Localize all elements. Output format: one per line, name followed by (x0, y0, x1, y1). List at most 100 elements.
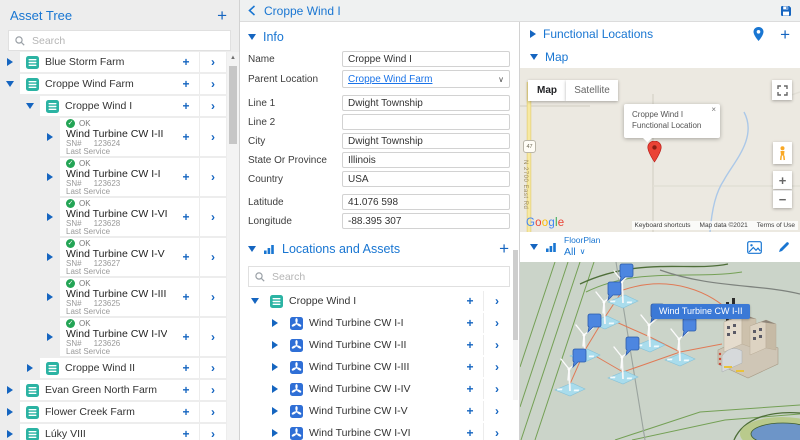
tree-row[interactable]: ✓ OK Wind Turbine CW I-II SN# 123624 Last … (40, 118, 226, 156)
name-field[interactable] (342, 51, 510, 67)
open-detail-button[interactable]: › (199, 318, 226, 356)
state-field[interactable] (342, 152, 510, 168)
terms-of-use-link[interactable]: Terms of Use (757, 222, 795, 229)
expand-toggle-icon[interactable] (7, 58, 13, 66)
collapse-toggle-icon[interactable] (251, 298, 259, 304)
open-detail-button[interactable]: › (199, 358, 226, 378)
expand-toggle-icon[interactable] (7, 408, 13, 416)
save-icon[interactable] (780, 5, 792, 17)
keyboard-shortcuts-link[interactable]: Keyboard shortcuts (635, 222, 691, 229)
open-detail-button[interactable]: › (483, 313, 510, 333)
asset-tree-search-input[interactable] (30, 33, 224, 48)
expand-toggle-icon[interactable] (47, 253, 53, 261)
open-detail-button[interactable]: › (483, 401, 510, 421)
scrollbar-thumb[interactable] (513, 250, 518, 340)
tree-row[interactable]: Croppe Wind I + › (20, 96, 226, 116)
open-detail-button[interactable]: › (199, 402, 226, 422)
street-view-pegman-button[interactable] (773, 142, 792, 164)
expand-toggle-icon[interactable] (47, 213, 53, 221)
line2-field[interactable] (342, 114, 510, 130)
add-child-icon[interactable]: + (457, 317, 483, 329)
back-icon[interactable] (248, 5, 256, 16)
scroll-up-icon[interactable]: ▲ (227, 52, 239, 64)
open-detail-button[interactable]: › (199, 52, 226, 72)
open-detail-button[interactable]: › (483, 379, 510, 399)
expand-toggle-icon[interactable] (47, 333, 53, 341)
parent-location-link[interactable]: Croppe Wind Farm (348, 74, 498, 85)
expand-toggle-icon[interactable] (530, 30, 536, 38)
expand-toggle-icon[interactable] (47, 293, 53, 301)
add-child-icon[interactable]: + (173, 211, 199, 223)
list-row[interactable]: Wind Turbine CW I-II + › (266, 335, 510, 355)
add-child-icon[interactable]: + (173, 428, 199, 440)
expand-toggle-icon[interactable] (272, 363, 278, 371)
infowindow-close-icon[interactable]: × (711, 106, 716, 114)
tree-row[interactable]: Croppe Wind Farm + › (0, 74, 226, 94)
floorplan-canvas[interactable]: Wind Turbine CW I-II (520, 262, 800, 440)
satellite-type-button[interactable]: Satellite (566, 80, 618, 101)
open-detail-button[interactable]: › (199, 380, 226, 400)
tree-row[interactable]: ✓ OK Wind Turbine CW I-VI SN# 123628 Last … (40, 198, 226, 236)
tree-row[interactable]: ✓ OK Wind Turbine CW I-III SN# 123625 Last… (40, 278, 226, 316)
open-detail-button[interactable]: › (199, 278, 226, 316)
parent-location-select[interactable]: Croppe Wind Farm ∨ (342, 70, 510, 88)
asset-tree-search[interactable] (8, 30, 231, 51)
list-row[interactable]: Wind Turbine CW I-VI + › (266, 423, 510, 440)
open-detail-button[interactable]: › (199, 74, 226, 94)
tree-row[interactable]: Blue Storm Farm + › (0, 52, 226, 72)
image-view-icon[interactable] (747, 240, 762, 254)
city-field[interactable] (342, 133, 510, 149)
expand-toggle-icon[interactable] (7, 430, 13, 438)
list-row[interactable]: Wind Turbine CW I-V + › (266, 401, 510, 421)
add-child-icon[interactable]: + (173, 251, 199, 263)
open-detail-button[interactable]: › (199, 118, 226, 156)
add-child-icon[interactable]: + (173, 171, 199, 183)
list-row[interactable]: Croppe Wind I + › (246, 291, 510, 311)
open-detail-button[interactable]: › (483, 423, 510, 440)
floorplan-filter[interactable]: All ∨ (564, 246, 740, 258)
open-detail-button[interactable]: › (483, 357, 510, 377)
tree-row[interactable]: Flower Creek Farm + › (0, 402, 226, 422)
tree-row[interactable]: ✓ OK Wind Turbine CW I-IV SN# 123626 Last … (40, 318, 226, 356)
add-child-icon[interactable]: + (173, 331, 199, 343)
add-child-icon[interactable]: + (173, 291, 199, 303)
map-canvas[interactable]: Map Satellite + − 47 N 2700 East Rd Crop… (520, 68, 800, 232)
collapse-toggle-icon[interactable] (530, 54, 538, 60)
map-section-header[interactable]: Map (520, 46, 800, 68)
add-location-asset-icon[interactable]: + (499, 240, 509, 257)
locations-assets-header[interactable]: Locations and Assets + (240, 232, 519, 264)
open-detail-button[interactable]: › (199, 96, 226, 116)
add-child-icon[interactable]: + (173, 78, 199, 90)
functional-locations-header[interactable]: Functional Locations + (520, 22, 800, 46)
collapse-toggle-icon[interactable] (530, 244, 538, 250)
list-scrollbar[interactable] (513, 250, 518, 400)
fullscreen-button[interactable] (772, 80, 792, 100)
expand-toggle-icon[interactable] (272, 407, 278, 415)
open-detail-button[interactable]: › (199, 158, 226, 196)
latitude-field[interactable] (342, 194, 510, 210)
scrollbar-thumb[interactable] (229, 66, 237, 144)
tree-row[interactable]: ✓ OK Wind Turbine CW I-I SN# 123623 Last S… (40, 158, 226, 196)
tree-row[interactable]: ✓ OK Wind Turbine CW I-V SN# 123627 Last S… (40, 238, 226, 276)
expand-toggle-icon[interactable] (27, 364, 33, 372)
expand-toggle-icon[interactable] (272, 385, 278, 393)
expand-toggle-icon[interactable] (47, 173, 53, 181)
location-pin-icon[interactable] (753, 27, 764, 41)
list-row[interactable]: Wind Turbine CW I-I + › (266, 313, 510, 333)
locations-assets-search-input[interactable] (270, 269, 503, 284)
zoom-in-button[interactable]: + (773, 171, 792, 189)
tree-row[interactable]: Lúky VIII + › (0, 424, 226, 440)
list-row[interactable]: Wind Turbine CW I-IV + › (266, 379, 510, 399)
add-child-icon[interactable]: + (457, 405, 483, 417)
expand-toggle-icon[interactable] (272, 319, 278, 327)
expand-toggle-icon[interactable] (47, 133, 53, 141)
locations-assets-search[interactable] (248, 266, 510, 287)
google-logo[interactable]: Google (526, 217, 564, 229)
open-detail-button[interactable]: › (199, 424, 226, 440)
add-functional-location-icon[interactable]: + (780, 26, 790, 43)
add-child-icon[interactable]: + (457, 383, 483, 395)
add-child-icon[interactable]: + (173, 406, 199, 418)
map-type-button[interactable]: Map (528, 80, 566, 101)
map-marker-pin[interactable] (647, 141, 662, 163)
expand-toggle-icon[interactable] (7, 386, 13, 394)
